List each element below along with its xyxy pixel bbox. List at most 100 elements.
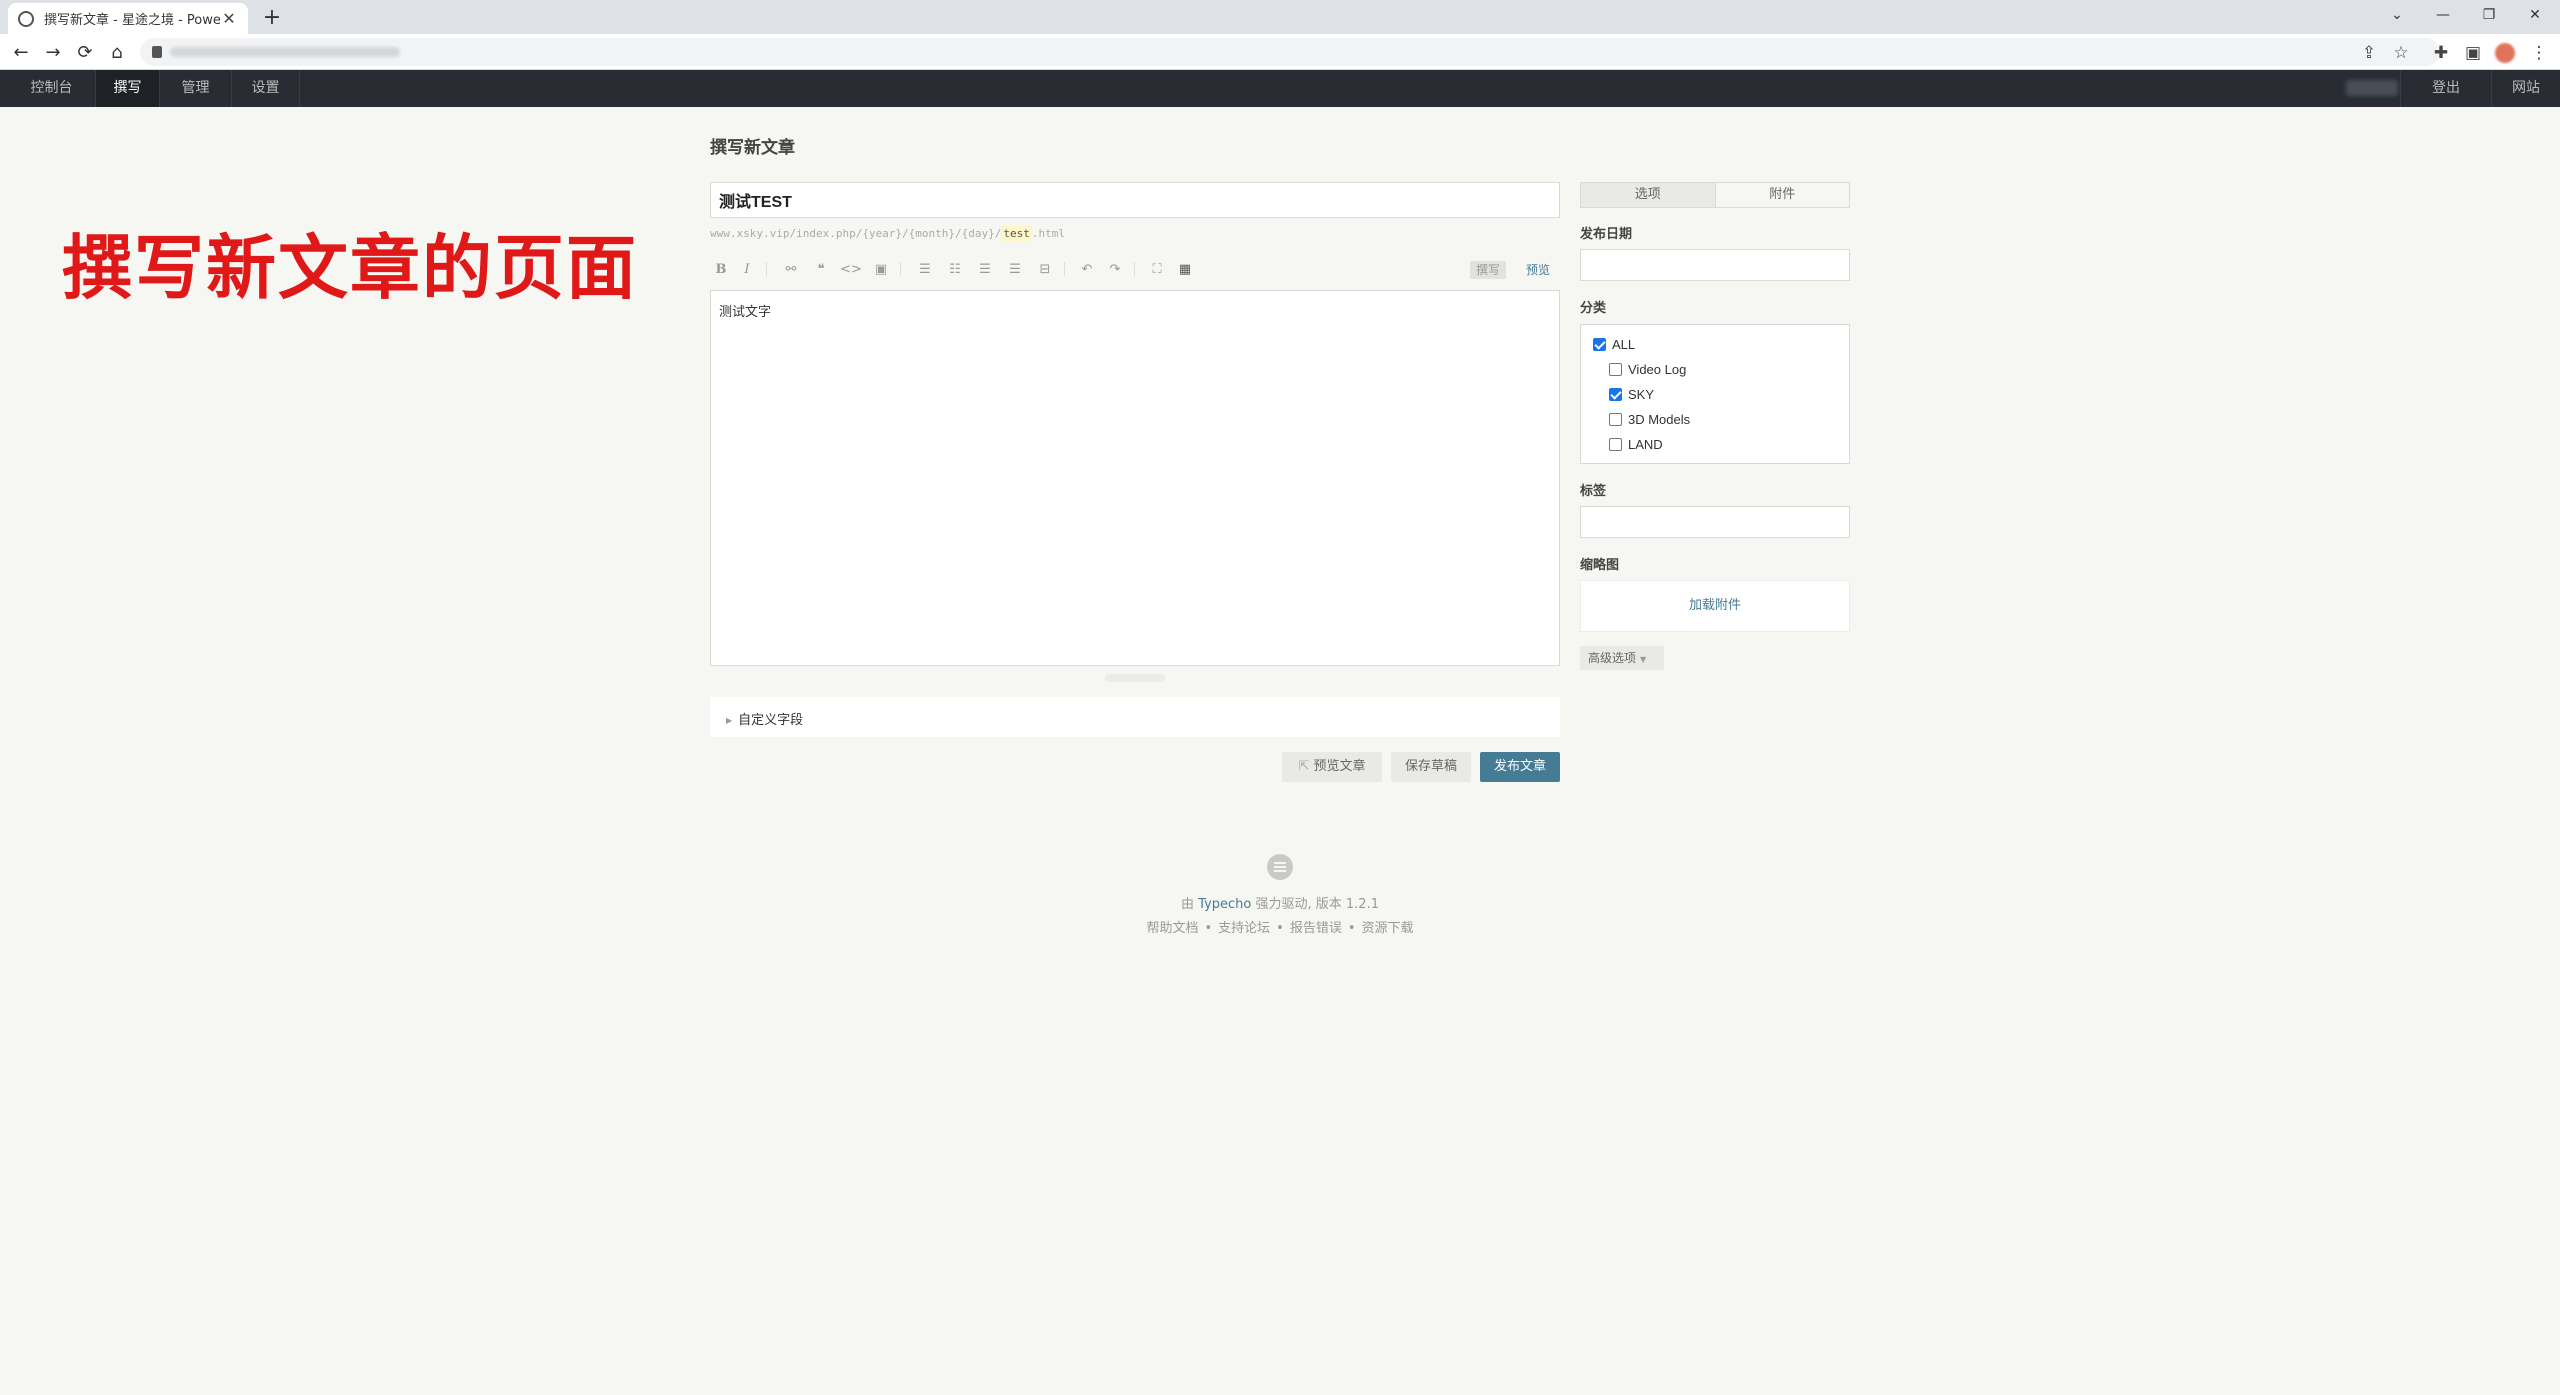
footer-separator: •: [1347, 921, 1356, 936]
write-mode-tab[interactable]: 撰写: [1470, 261, 1507, 279]
forward-icon[interactable]: →: [40, 40, 66, 66]
editor-resize-handle[interactable]: [1105, 674, 1165, 682]
tab-attachments[interactable]: 附件: [1715, 183, 1849, 207]
close-tab-icon[interactable]: ✕: [220, 9, 238, 28]
browser-tab[interactable]: 撰写新文章 - 星途之境 - Powere ✕: [8, 3, 248, 34]
category-item-all[interactable]: ALL: [1593, 337, 1635, 352]
bold-icon[interactable]: B: [710, 260, 732, 280]
custom-fields-toggle[interactable]: ▶ 自定义字段: [710, 697, 1560, 737]
toolbar-divider: [1134, 262, 1135, 276]
permalink-prefix: www.xsky.vip/index.php/{year}/{month}/{d…: [710, 227, 1002, 240]
category-name: SKY: [1628, 387, 1655, 402]
category-checkbox[interactable]: [1609, 438, 1622, 451]
new-tab-button[interactable]: +: [258, 4, 286, 32]
restore-button[interactable]: ❐: [2466, 0, 2512, 30]
undo-icon[interactable]: ↶: [1076, 260, 1098, 280]
footer-link-downloads[interactable]: 资源下载: [1362, 921, 1414, 936]
category-item-video-log[interactable]: Video Log: [1609, 362, 1686, 377]
page-annotation: 撰写新文章的页面: [62, 226, 638, 309]
url-text-blurred: [170, 47, 400, 57]
site-link[interactable]: 网站: [2492, 70, 2560, 107]
italic-icon[interactable]: I: [736, 260, 758, 280]
external-link-icon: ⇱: [1298, 759, 1310, 774]
share-icon[interactable]: ⇪: [2356, 40, 2382, 66]
horizontal-rule-icon[interactable]: ☰: [1004, 260, 1026, 280]
close-window-button[interactable]: ✕: [2512, 0, 2558, 30]
advanced-options-button[interactable]: 高级选项 ▼: [1580, 646, 1664, 670]
category-item-3d-models[interactable]: 3D Models: [1609, 412, 1690, 427]
category-checkbox[interactable]: [1609, 413, 1622, 426]
lock-icon[interactable]: [152, 46, 162, 58]
caret-right-icon: ▶: [726, 716, 733, 725]
typecho-link[interactable]: Typecho: [1198, 897, 1251, 912]
quote-icon[interactable]: ❝: [810, 260, 832, 280]
browser-menu-icon[interactable]: ⋮: [2526, 40, 2552, 66]
fullscreen-icon[interactable]: ⛶: [1146, 260, 1168, 280]
tab-options[interactable]: 选项: [1581, 183, 1716, 207]
extensions-icon[interactable]: ✚: [2428, 40, 2454, 66]
caret-down-icon: ▼: [1640, 655, 1647, 664]
toolbar-divider: [766, 262, 767, 276]
footer-links: 帮助文档 • 支持论坛 • 报告错误 • 资源下载: [1080, 917, 1480, 936]
menu-write[interactable]: 撰写: [96, 70, 160, 107]
back-icon[interactable]: ←: [8, 40, 34, 66]
category-checkbox[interactable]: [1593, 338, 1606, 351]
publish-button[interactable]: 发布文章: [1480, 752, 1560, 782]
preview-post-button[interactable]: ⇱ 预览文章: [1282, 752, 1382, 782]
toolbar-divider: [1064, 262, 1065, 276]
unordered-list-icon[interactable]: ☷: [944, 260, 966, 280]
footer-separator: •: [1204, 921, 1213, 936]
tags-input[interactable]: [1580, 506, 1850, 538]
footer-separator: •: [1276, 921, 1284, 936]
more-break-icon[interactable]: ⊟: [1034, 260, 1056, 280]
address-bar[interactable]: [140, 38, 2440, 66]
load-attachment-button[interactable]: 加载附件: [1580, 580, 1850, 632]
reload-icon[interactable]: ⟳: [72, 40, 98, 66]
publish-date-input[interactable]: [1580, 249, 1850, 281]
image-icon[interactable]: ▣: [870, 260, 892, 280]
toolbar-divider: [900, 262, 901, 276]
bookmark-star-icon[interactable]: ☆: [2388, 40, 2414, 66]
logout-link[interactable]: 登出: [2400, 70, 2492, 107]
media-icon[interactable]: ▦: [1174, 260, 1196, 280]
typecho-logo-icon[interactable]: [1267, 854, 1293, 880]
category-checkbox[interactable]: [1609, 363, 1622, 376]
save-draft-button[interactable]: 保存草稿: [1391, 752, 1471, 782]
heading-icon[interactable]: ☰: [974, 260, 996, 280]
category-name: LAND: [1628, 437, 1663, 452]
category-checkbox[interactable]: [1609, 388, 1622, 401]
footer-link-docs[interactable]: 帮助文档: [1146, 921, 1198, 936]
powered-suffix: 强力驱动, 版本 1.2.1: [1255, 897, 1379, 912]
footer-powered-by: 由 Typecho 强力驱动, 版本 1.2.1: [1080, 893, 1480, 912]
menu-manage[interactable]: 管理: [160, 70, 232, 107]
publish-date-label: 发布日期: [1580, 227, 1633, 242]
page-title: 撰写新文章: [710, 138, 795, 158]
permalink: www.xsky.vip/index.php/{year}/{month}/{d…: [710, 226, 1066, 241]
footer-link-bugs[interactable]: 报告错误: [1290, 921, 1342, 936]
ordered-list-icon[interactable]: ☰: [914, 260, 936, 280]
advanced-options-label: 高级选项: [1588, 651, 1637, 665]
category-item-sky[interactable]: SKY: [1609, 387, 1654, 402]
post-content-editor[interactable]: 测试文字: [710, 290, 1560, 666]
link-icon[interactable]: ⚯: [780, 260, 802, 280]
tags-label: 标签: [1580, 484, 1607, 499]
code-icon[interactable]: <>: [840, 260, 862, 280]
tab-title: 撰写新文章 - 星途之境 - Powere: [44, 13, 220, 28]
preview-post-label: 预览文章: [1313, 759, 1366, 774]
username-blurred[interactable]: [2346, 80, 2398, 96]
permalink-suffix: .html: [1031, 227, 1066, 240]
profile-avatar[interactable]: [2495, 43, 2515, 63]
category-item-land[interactable]: LAND: [1609, 437, 1663, 452]
minimize-button[interactable]: —: [2420, 0, 2466, 30]
preview-mode-tab[interactable]: 预览: [1520, 261, 1556, 279]
redo-icon[interactable]: ↷: [1104, 260, 1126, 280]
footer-link-forum[interactable]: 支持论坛: [1218, 921, 1270, 936]
menu-settings[interactable]: 设置: [232, 70, 300, 107]
side-panel-icon[interactable]: ▣: [2460, 40, 2486, 66]
tab-search-icon[interactable]: ⌄: [2374, 0, 2420, 30]
menu-dashboard[interactable]: 控制台: [8, 70, 96, 107]
category-name: 3D Models: [1628, 412, 1691, 427]
post-title-input[interactable]: [710, 182, 1560, 218]
home-icon[interactable]: ⌂: [104, 40, 130, 66]
permalink-slug[interactable]: test: [1001, 226, 1032, 241]
